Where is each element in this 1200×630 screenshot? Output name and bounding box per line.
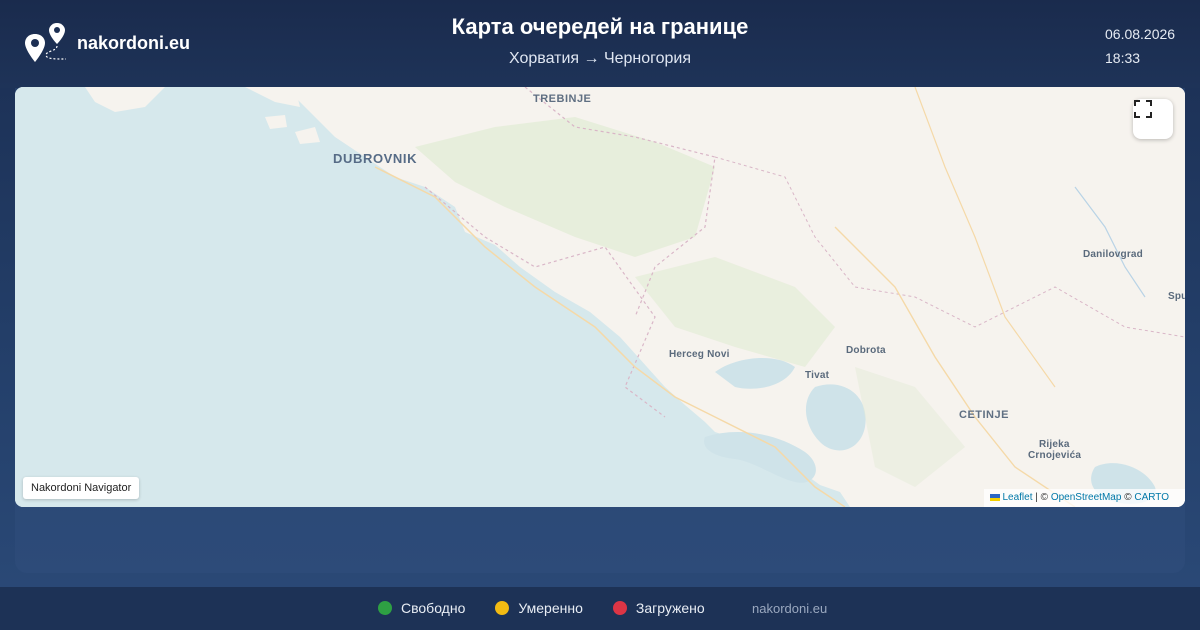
place-trebinje: TREBINJE bbox=[533, 93, 592, 105]
brand-name: nakordoni.eu bbox=[77, 32, 191, 53]
route-subtitle: Хорватия → Черногория bbox=[508, 50, 692, 67]
fullscreen-icon bbox=[1134, 100, 1152, 118]
legend-label-busy: Загружено bbox=[635, 600, 705, 616]
legend-item-free: Свободно bbox=[378, 600, 465, 616]
legend-label-moderate: Умеренно bbox=[518, 600, 583, 616]
place-dubrovnik: DUBROVNIK bbox=[333, 151, 418, 166]
attribution-separator-1: | © bbox=[1032, 492, 1051, 503]
datetime: 06.08.2026 18:33 bbox=[1105, 22, 1175, 70]
map[interactable]: TREBINJE DUBROVNIK Danilovgrad Spu Herce… bbox=[15, 87, 1185, 507]
status-dot-yellow bbox=[495, 601, 510, 615]
map-tiles bbox=[15, 87, 1185, 507]
place-crnojevica: Crnojevića bbox=[1028, 450, 1082, 461]
legend-item-busy: Загружено bbox=[612, 600, 705, 616]
title-block: Карта очередей на границе Хорватия → Чер… bbox=[300, 14, 900, 68]
attribution-separator-2: © bbox=[1121, 492, 1135, 503]
footer: Свободно Умеренно Загружено nakordoni.eu bbox=[0, 587, 1200, 630]
legend-item-moderate: Умеренно bbox=[495, 600, 583, 616]
place-rijeka: Rijeka bbox=[1039, 439, 1070, 450]
page-title: Карта очередей на границе bbox=[451, 14, 749, 39]
status-dot-red bbox=[612, 601, 627, 615]
legend-label-free: Свободно bbox=[401, 600, 466, 616]
map-pin-route-icon bbox=[25, 23, 67, 62]
brand[interactable]: nakordoni.eu bbox=[24, 22, 190, 64]
date-text: 06.08.2026 bbox=[1105, 26, 1176, 42]
osm-link[interactable]: OpenStreetMap bbox=[1051, 492, 1122, 503]
status-dot-green bbox=[378, 601, 392, 615]
place-tivat: Tivat bbox=[805, 370, 830, 381]
leaflet-link[interactable]: Leaflet bbox=[1002, 492, 1032, 503]
fullscreen-button[interactable] bbox=[1133, 99, 1173, 139]
footer-site[interactable]: nakordoni.eu bbox=[752, 601, 827, 616]
place-herceg-novi: Herceg Novi bbox=[669, 349, 730, 360]
place-danilovgrad: Danilovgrad bbox=[1083, 249, 1143, 260]
header: nakordoni.eu Карта очередей на границе Х… bbox=[0, 0, 1200, 88]
ukraine-flag-icon bbox=[990, 494, 1001, 501]
place-dobrota: Dobrota bbox=[846, 345, 886, 356]
place-cetinje: CETINJE bbox=[959, 409, 1009, 421]
navigator-label[interactable]: Nakordoni Navigator bbox=[23, 477, 140, 499]
legend: Свободно Умеренно Загружено bbox=[378, 600, 735, 616]
place-spuz: Spu bbox=[1168, 291, 1185, 302]
carto-link[interactable]: CARTO bbox=[1134, 492, 1169, 503]
map-attribution: Leaflet | © OpenStreetMap © CARTO bbox=[984, 489, 1185, 507]
time-text: 18:33 bbox=[1105, 50, 1141, 66]
